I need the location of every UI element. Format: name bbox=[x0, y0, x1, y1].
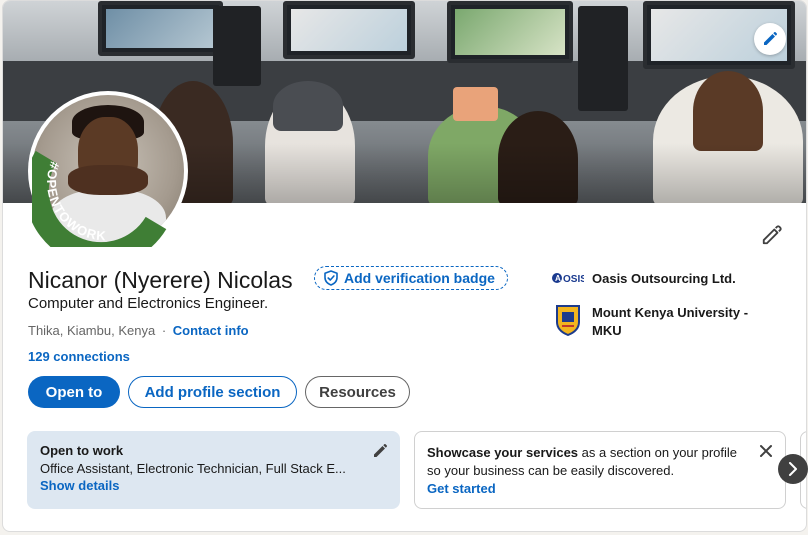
shield-check-icon bbox=[324, 270, 338, 286]
oasis-logo-icon: A OSIS bbox=[552, 270, 584, 286]
showcase-services-card: Showcase your services as a section on y… bbox=[414, 431, 786, 509]
add-profile-section-button[interactable]: Add profile section bbox=[128, 376, 297, 408]
profile-name: Nicanor (Nyerere) Nicolas bbox=[28, 267, 293, 293]
contact-info-link[interactable]: Contact info bbox=[173, 323, 249, 338]
mku-crest-icon bbox=[552, 304, 584, 336]
cover-tower bbox=[578, 6, 628, 111]
connections-link[interactable]: 129 connections bbox=[28, 349, 130, 364]
svg-text:A: A bbox=[555, 274, 561, 283]
profile-avatar[interactable]: #OPENTOWORK bbox=[28, 91, 188, 251]
cover-person-cap bbox=[273, 81, 343, 131]
edit-intro-button[interactable] bbox=[758, 221, 786, 249]
cover-person-face bbox=[693, 71, 763, 151]
cover-monitor bbox=[98, 1, 223, 56]
pencil-icon bbox=[374, 444, 387, 457]
services-text-line2: so your business can be easily discovere… bbox=[427, 463, 675, 478]
cover-monitor bbox=[447, 1, 573, 63]
show-details-link[interactable]: Show details bbox=[40, 478, 387, 493]
education-school[interactable]: Mount Kenya University - MKU bbox=[552, 304, 748, 340]
verification-badge-label: Add verification badge bbox=[344, 270, 495, 286]
cover-tower bbox=[213, 6, 261, 86]
carousel-next-button[interactable] bbox=[778, 454, 808, 484]
services-text-line1: Showcase your services as a section on y… bbox=[427, 444, 773, 462]
profile-location: Thika, Kiambu, Kenya bbox=[28, 323, 156, 338]
cover-monitor bbox=[283, 1, 415, 59]
add-verification-badge-button[interactable]: Add verification badge bbox=[314, 266, 508, 290]
open-to-work-title: Open to work bbox=[40, 443, 124, 458]
get-started-link[interactable]: Get started bbox=[427, 481, 773, 496]
edit-open-to-work-button[interactable] bbox=[372, 443, 388, 464]
profile-headline: Computer and Electronics Engineer. bbox=[28, 295, 269, 312]
dismiss-services-button[interactable] bbox=[759, 444, 773, 463]
close-icon bbox=[760, 445, 772, 457]
profile-card: #OPENTOWORK Nicanor (Nyerere) Nicolas Ad… bbox=[2, 0, 807, 532]
school-name: Mount Kenya University - bbox=[592, 305, 749, 320]
open-to-button[interactable]: Open to bbox=[28, 376, 120, 408]
open-to-work-frame: #OPENTOWORK bbox=[32, 150, 167, 247]
edit-cover-button[interactable] bbox=[754, 23, 786, 55]
services-bold-text: Showcase your services bbox=[427, 445, 579, 460]
current-company[interactable]: A OSIS Oasis Outsourcing Ltd. bbox=[552, 270, 736, 288]
pencil-icon bbox=[764, 32, 777, 45]
resources-button[interactable]: Resources bbox=[305, 376, 410, 408]
oasis-logo-text: OSIS bbox=[563, 274, 584, 285]
services-text: as a section on your profile bbox=[578, 445, 738, 460]
open-to-work-roles: Office Assistant, Electronic Technician,… bbox=[40, 461, 346, 476]
pencil-icon bbox=[762, 225, 782, 245]
profile-location-row: Thika, Kiambu, Kenya · Contact info bbox=[28, 323, 249, 338]
location-separator: · bbox=[161, 323, 167, 338]
chevron-right-icon bbox=[789, 462, 797, 476]
cover-box bbox=[453, 87, 498, 121]
company-name: Oasis Outsourcing Ltd. bbox=[592, 271, 736, 286]
school-name-line2: MKU bbox=[592, 323, 622, 338]
open-to-work-card: Open to work Office Assistant, Electroni… bbox=[27, 431, 400, 509]
